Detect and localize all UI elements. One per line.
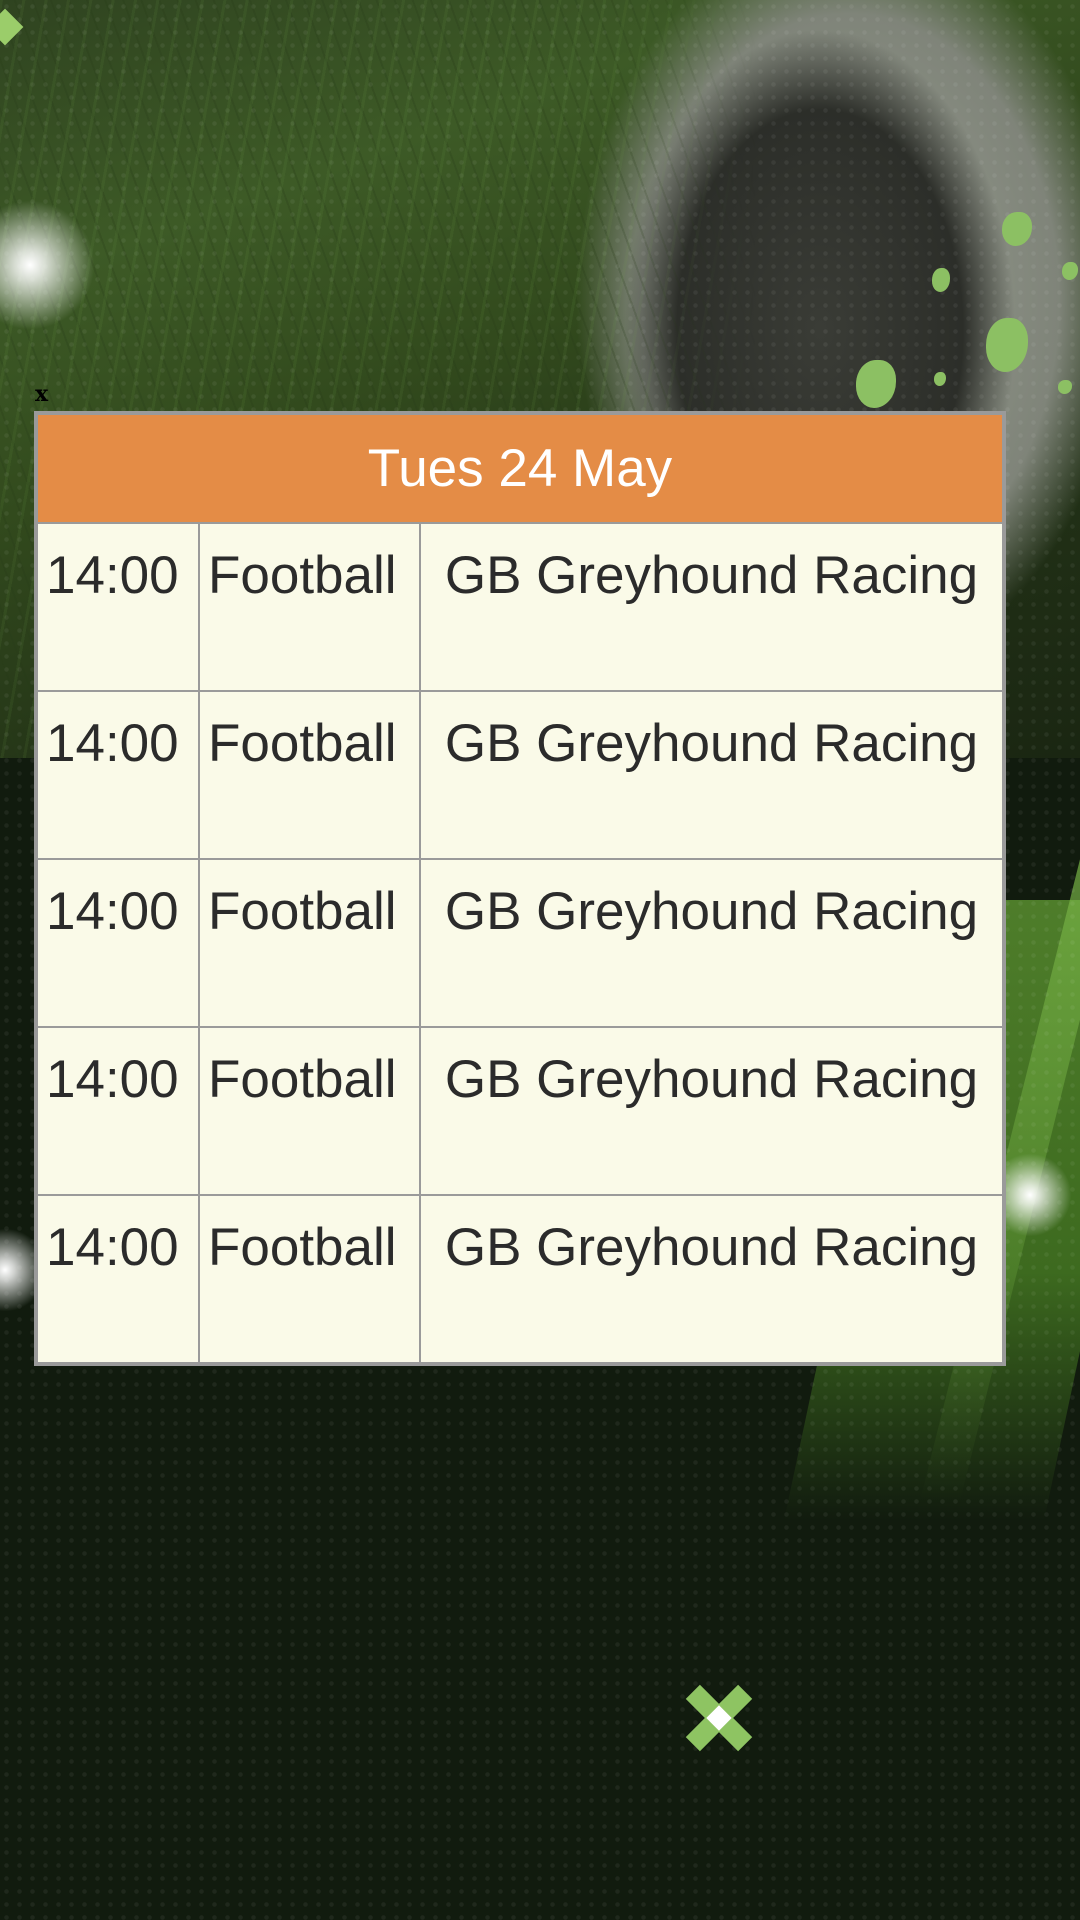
schedule-header-row: Tues 24 May (36, 413, 1004, 524)
event-sport: Football (198, 690, 421, 860)
dismiss-link[interactable]: x (35, 383, 48, 405)
event-sport: Football (198, 1026, 421, 1196)
close-x-icon[interactable] (685, 1684, 753, 1752)
table-row[interactable]: 14:00 Football GB Greyhound Racing (36, 1026, 1004, 1196)
event-time: 14:00 (36, 1026, 200, 1196)
event-sport: Football (198, 1194, 421, 1364)
schedule-table: Tues 24 May 14:00 Football GB Greyhound … (36, 413, 1004, 1364)
table-row[interactable]: 14:00 Football GB Greyhound Racing (36, 522, 1004, 692)
date-header: Tues 24 May (36, 413, 1004, 524)
event-name: GB Greyhound Racing (419, 1194, 1004, 1364)
event-name: GB Greyhound Racing (419, 1026, 1004, 1196)
event-time: 14:00 (36, 1194, 200, 1364)
event-time: 14:00 (36, 858, 200, 1028)
table-row[interactable]: 14:00 Football GB Greyhound Racing (36, 1194, 1004, 1364)
event-sport: Football (198, 522, 421, 692)
table-row[interactable]: 14:00 Football GB Greyhound Racing (36, 858, 1004, 1028)
table-row[interactable]: 14:00 Football GB Greyhound Racing (36, 690, 1004, 860)
event-name: GB Greyhound Racing (419, 690, 1004, 860)
event-time: 14:00 (36, 522, 200, 692)
event-sport: Football (198, 858, 421, 1028)
event-name: GB Greyhound Racing (419, 858, 1004, 1028)
event-name: GB Greyhound Racing (419, 522, 1004, 692)
event-time: 14:00 (36, 690, 200, 860)
